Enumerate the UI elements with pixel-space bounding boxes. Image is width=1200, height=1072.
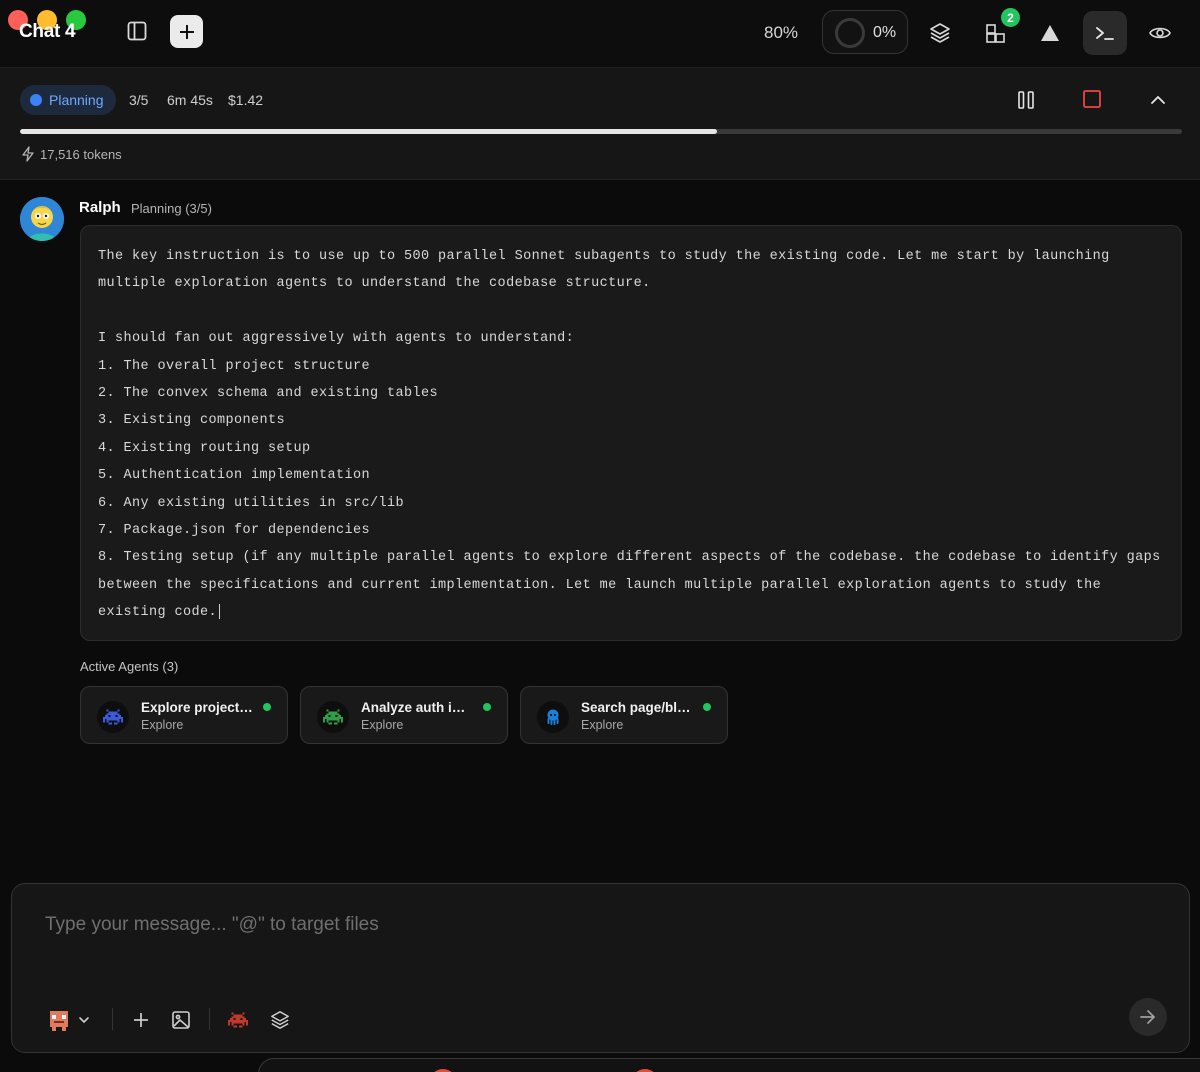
agent-name: Search page/blo... — [581, 700, 693, 715]
collapse-button[interactable] — [1146, 88, 1170, 112]
agent-status-dot — [703, 703, 711, 711]
message-phase: Planning (3/5) — [131, 201, 212, 216]
toolbar-divider — [112, 1008, 113, 1030]
phase-dot-icon — [30, 94, 42, 106]
plus-icon — [179, 24, 194, 39]
agent-type: Explore — [581, 718, 624, 732]
step-counter: 3/5 — [129, 92, 149, 108]
ralph-avatar-icon — [20, 197, 64, 241]
chevron-down-icon — [79, 1017, 89, 1024]
image-icon — [172, 1011, 190, 1029]
context-usage-value: 0% — [873, 24, 897, 41]
space-invader-icon — [228, 1012, 248, 1028]
robot-avatar-icon — [50, 1011, 68, 1031]
layers-icon — [271, 1011, 289, 1029]
send-button[interactable] — [1129, 998, 1167, 1036]
message-text: The key instruction is to use up to 500 … — [98, 249, 1161, 621]
typing-caret — [219, 604, 221, 620]
agent-type: Explore — [141, 718, 184, 732]
pause-button[interactable] — [1013, 87, 1039, 113]
agent-status-dot — [483, 703, 491, 711]
toggle-sidebar-button[interactable] — [122, 16, 152, 46]
assistant-message-body: The key instruction is to use up to 500 … — [80, 225, 1182, 641]
agent-name: Explore project s... — [141, 700, 253, 715]
window-title: Chat 4 — [19, 21, 76, 42]
agent-name: Analyze auth imp... — [361, 700, 473, 715]
terminal-icon — [1096, 27, 1114, 40]
space-invader-icon — [97, 701, 129, 733]
run-progress-fill — [20, 129, 718, 134]
agent-status-dot — [263, 703, 271, 711]
message-composer: Type your message... "@" to target files — [11, 883, 1190, 1053]
triangle-icon — [1041, 25, 1059, 41]
lightning-icon — [22, 146, 34, 162]
agent-card[interactable]: Analyze auth imp... Explore — [300, 686, 508, 744]
layers-icon — [930, 23, 950, 43]
avatar — [20, 197, 64, 241]
phase-label: Planning — [49, 92, 104, 108]
layers-toggle-button[interactable] — [265, 1005, 295, 1035]
octopus-icon — [537, 701, 569, 733]
image-upload-button[interactable] — [166, 1005, 196, 1035]
bottom-dock — [258, 1058, 1200, 1072]
stop-icon — [1083, 90, 1101, 108]
preview-button[interactable] — [1145, 18, 1175, 48]
plus-icon — [134, 1013, 148, 1027]
phase-badge: Planning — [20, 85, 116, 115]
run-status-panel: Planning 3/5 6m 45s $1.42 17,516 tokens — [0, 68, 1200, 180]
token-counter: 17,516 tokens — [20, 146, 122, 162]
agent-selector-button[interactable] — [42, 1005, 96, 1035]
agents-toggle-button[interactable] — [223, 1005, 253, 1035]
run-progress-bar — [20, 129, 1182, 134]
message-author: Ralph — [79, 199, 121, 216]
sidebar-icon — [127, 21, 147, 41]
new-chat-button[interactable] — [170, 15, 203, 48]
stop-button[interactable] — [1080, 87, 1104, 111]
context-usage-indicator[interactable]: 0% — [822, 10, 908, 54]
eye-icon — [1149, 27, 1171, 39]
top-bar: Chat 4 80% 0% 2 — [0, 0, 1200, 68]
token-count: 17,516 tokens — [40, 146, 122, 162]
widgets-icon — [986, 24, 1005, 43]
terminal-button[interactable] — [1083, 11, 1127, 55]
active-agents-heading: Active Agents (3) — [80, 659, 179, 674]
agent-card[interactable]: Search page/blo... Explore — [520, 686, 728, 744]
zoom-level[interactable]: 80% — [764, 23, 798, 43]
arrow-right-icon — [1140, 1010, 1155, 1024]
agent-type: Explore — [361, 718, 404, 732]
context-ring-icon — [835, 18, 865, 48]
toolbar-divider — [209, 1008, 210, 1030]
message-input[interactable]: Type your message... "@" to target files — [45, 914, 379, 936]
chevron-up-icon — [1151, 96, 1165, 104]
layers-button[interactable] — [925, 18, 955, 48]
widgets-count-badge: 2 — [1001, 8, 1020, 27]
deploy-button[interactable] — [1036, 18, 1064, 48]
pause-icon — [1018, 91, 1034, 109]
attach-button[interactable] — [126, 1005, 156, 1035]
space-invader-icon — [317, 701, 349, 733]
elapsed-time: 6m 45s — [167, 92, 213, 108]
run-cost: $1.42 — [228, 92, 264, 108]
agent-card[interactable]: Explore project s... Explore — [80, 686, 288, 744]
